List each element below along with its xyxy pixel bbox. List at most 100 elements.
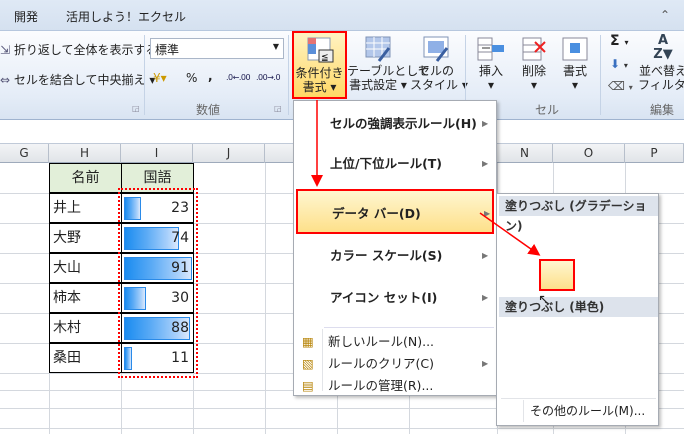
- eraser-icon: ⌫: [608, 79, 625, 93]
- grid-line: [265, 163, 266, 434]
- table-label-1: テーブルとして: [347, 64, 430, 78]
- menu-item-clear-rules[interactable]: ▧ ルールのクリア(C) ▶: [296, 353, 494, 375]
- score-value: 88: [171, 320, 189, 336]
- collapse-ribbon-icon[interactable]: ⌃: [660, 8, 670, 22]
- comma-button[interactable]: ,: [208, 69, 213, 83]
- format-as-table-icon: [365, 36, 391, 62]
- cell-styles-button[interactable]: セルの スタイル ▾: [410, 34, 468, 92]
- score-value: 74: [171, 230, 189, 246]
- submenu-arrow-icon: ▶: [482, 293, 489, 302]
- menu-item-label: 上位/下位ルール(T): [330, 156, 443, 171]
- decrease-decimal-button[interactable]: .00→.0: [256, 73, 281, 82]
- cells-group-label: セル: [535, 103, 560, 117]
- clear-rules-icon: ▧: [302, 356, 314, 371]
- styles-label-2: スタイル ▾: [410, 78, 468, 92]
- editing-group-label: 編集: [650, 103, 675, 117]
- wrap-text-button[interactable]: ⇲ 折り返して全体を表示する: [0, 41, 158, 58]
- column-header-H[interactable]: H: [49, 144, 121, 163]
- format-as-table-button[interactable]: テーブルとして 書式設定 ▾: [347, 34, 430, 92]
- name-cell[interactable]: 柿本: [49, 283, 122, 313]
- sort-filter-icon: A Z▼: [653, 33, 673, 62]
- submenu-arrow-icon: ▶: [482, 119, 489, 128]
- solid-fill-header: 塗りつぶし (単色): [499, 297, 658, 317]
- insert-label: 挿入: [478, 64, 503, 78]
- score-value: 11: [171, 350, 189, 366]
- more-rules-button[interactable]: その他のルール(M)...: [523, 400, 653, 422]
- gradient-blue-button[interactable]: [539, 259, 575, 291]
- new-rule-icon: ▦: [302, 334, 314, 349]
- solid-lightblue-button[interactable]: [539, 357, 575, 389]
- gradient-pink-button[interactable]: [580, 259, 616, 291]
- column-header-I[interactable]: I: [121, 144, 193, 163]
- menu-item-icon-sets[interactable]: アイコン セット(I) ▶: [296, 283, 494, 313]
- menu-item-data-bars[interactable]: データ バー(D) ▶: [296, 189, 494, 234]
- merge-icon: ⇔: [0, 73, 11, 87]
- menu-item-label: 新しいルール(N)...: [328, 334, 435, 349]
- clear-button[interactable]: ⌫ ▾: [608, 79, 633, 93]
- sort-label-2: フィルター: [638, 78, 684, 92]
- gradient-red-button[interactable]: [580, 219, 616, 251]
- submenu-arrow-icon: ▶: [482, 251, 489, 260]
- cell-styles-icon: [423, 36, 449, 62]
- menu-item-label: アイコン セット(I): [330, 290, 438, 305]
- conditional-formatting-icon: ≦: [307, 37, 333, 63]
- number-format-select[interactable]: 標準 ▼: [150, 38, 284, 59]
- data-bar-submenu: 塗りつぶし (グラデーション) 塗りつぶし (単色) その他のルール(M)...: [496, 193, 659, 426]
- menu-item-color-scales[interactable]: カラー スケール(S) ▶: [296, 241, 494, 271]
- cf-label-1: 条件付き: [295, 66, 344, 80]
- tab-developer[interactable]: 開発: [14, 8, 38, 25]
- gradient-orange-button[interactable]: [500, 259, 536, 291]
- solid-red-button[interactable]: [580, 317, 616, 349]
- wrap-text-label: 折り返して全体を表示する: [13, 43, 158, 57]
- format-button[interactable]: 書式 ▾: [556, 34, 594, 92]
- name-cell[interactable]: 井上: [49, 193, 122, 223]
- column-header-N[interactable]: N: [497, 144, 553, 163]
- number-group-label: 数値: [196, 103, 221, 117]
- number-dialog-launcher[interactable]: ◲: [274, 104, 282, 113]
- svg-text:≦: ≦: [321, 53, 329, 63]
- menu-separator: [324, 327, 494, 328]
- menu-item-top-bottom-rules[interactable]: 上位/下位ルール(T) ▶: [296, 149, 494, 179]
- currency-format-icon[interactable]: ¥▾: [153, 71, 167, 85]
- submenu-arrow-icon: ▶: [484, 209, 491, 218]
- menu-item-label: ルールのクリア(C): [328, 356, 434, 371]
- increase-decimal-button[interactable]: .0←.00: [226, 73, 251, 82]
- grid-line: [0, 428, 684, 429]
- name-cell[interactable]: 木村: [49, 313, 122, 343]
- autosum-button[interactable]: Σ ▾: [610, 33, 628, 49]
- gradient-green-button[interactable]: [539, 219, 575, 251]
- menu-item-label: ルールの管理(R)...: [328, 378, 434, 393]
- solid-green-button[interactable]: [539, 317, 575, 349]
- sort-filter-button[interactable]: AZ▼ 並べ替え フィルター: [638, 33, 684, 93]
- menu-item-highlight-cells-rules[interactable]: セルの強調表示ルール(H) ▶: [296, 109, 494, 139]
- column-header-G[interactable]: G: [0, 144, 49, 163]
- format-cells-icon: [562, 37, 588, 61]
- tab-custom[interactable]: 活用しよう！エクセル: [66, 8, 186, 25]
- gradient-blue-button[interactable]: [500, 219, 536, 251]
- header-name[interactable]: 名前: [49, 163, 122, 193]
- conditional-formatting-button[interactable]: ≦ 条件付き 書式 ▾: [292, 31, 347, 99]
- column-header-O[interactable]: O: [553, 144, 625, 163]
- percent-button[interactable]: %: [186, 71, 197, 85]
- format-label: 書式: [562, 64, 587, 78]
- menu-item-manage-rules[interactable]: ▤ ルールの管理(R)...: [296, 375, 494, 397]
- menu-item-new-rule[interactable]: ▦ 新しいルール(N)...: [296, 331, 494, 353]
- fill-button[interactable]: ⬇ ▾: [610, 57, 628, 71]
- solid-pink-button[interactable]: [580, 357, 616, 389]
- insert-cells-icon: [477, 37, 504, 61]
- solid-orange-button[interactable]: [500, 357, 536, 389]
- insert-button[interactable]: 挿入 ▾: [472, 34, 510, 92]
- name-cell[interactable]: 大山: [49, 253, 122, 283]
- cf-label-2: 書式 ▾: [302, 80, 337, 94]
- name-cell[interactable]: 大野: [49, 223, 122, 253]
- name-cell[interactable]: 桑田: [49, 343, 122, 373]
- alignment-dialog-launcher[interactable]: ◲: [132, 104, 140, 113]
- number-format-value: 標準: [155, 43, 180, 57]
- table-label-2: 書式設定 ▾: [349, 78, 407, 92]
- column-header-J[interactable]: J: [193, 144, 265, 163]
- merge-center-button[interactable]: ⇔ セルを結合して中央揃え ▾: [0, 71, 155, 88]
- delete-button[interactable]: 削除 ▾: [515, 34, 553, 92]
- solid-blue-button[interactable]: [500, 317, 536, 349]
- column-header-P[interactable]: P: [625, 144, 684, 163]
- delete-cells-icon: [522, 37, 546, 61]
